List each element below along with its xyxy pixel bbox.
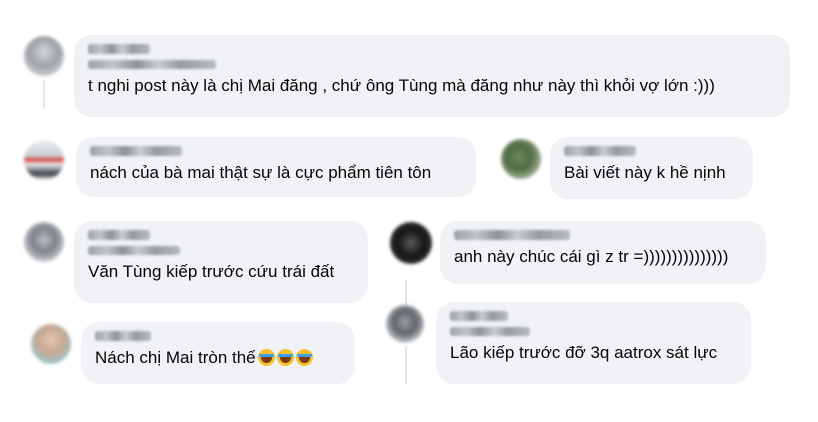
thread-line (405, 280, 407, 306)
comment-bubble: nách của bà mai thật sự là cực phẩm tiên… (76, 137, 476, 197)
commenter-name[interactable] (88, 44, 150, 54)
thread-line (405, 346, 407, 384)
comment-bubble: t nghi post này là chị Mai đăng , chứ ôn… (74, 35, 790, 117)
comment-text: anh này chúc cái gì z tr =))))))))))))))… (454, 247, 729, 266)
avatar[interactable] (24, 140, 64, 180)
comment-text: Lão kiếp trước đỡ 3q aatrox sát lực (450, 343, 718, 362)
avatar[interactable] (390, 222, 432, 264)
comment-text: t nghi post này là chị Mai đăng , chứ ôn… (88, 76, 715, 95)
comment-text: Văn Tùng kiếp trước cứu trái đất (88, 262, 335, 281)
tears-of-joy-icon (257, 349, 275, 366)
comment-text: Bài viết này k hề nịnh (564, 163, 726, 182)
commenter-subname (450, 327, 530, 336)
avatar[interactable] (386, 305, 424, 343)
tears-of-joy-icon (295, 349, 313, 366)
commenter-subname (88, 60, 216, 69)
comment-bubble: Văn Tùng kiếp trước cứu trái đất (74, 221, 368, 303)
avatar[interactable] (501, 139, 541, 179)
commenter-subname (88, 246, 180, 255)
commenter-name[interactable] (450, 311, 508, 321)
avatar[interactable] (24, 36, 64, 76)
avatar[interactable] (24, 222, 64, 262)
comment-bubble: Lão kiếp trước đỡ 3q aatrox sát lực (436, 302, 751, 384)
comment-text: nách của bà mai thật sự là cực phẩm tiên… (90, 163, 432, 182)
commenter-name[interactable] (95, 331, 151, 341)
comment-bubble: Nách chị Mai tròn thế (81, 322, 355, 384)
tears-of-joy-icon (276, 349, 294, 366)
commenter-name[interactable] (564, 146, 636, 156)
thread-line (43, 80, 45, 108)
commenter-name[interactable] (90, 146, 182, 156)
commenter-name[interactable] (454, 230, 570, 240)
comment-text-body: Nách chị Mai tròn thế (95, 348, 256, 367)
comment-bubble: Bài viết này k hề nịnh (550, 137, 753, 199)
comment-bubble: anh này chúc cái gì z tr =))))))))))))))… (440, 221, 766, 284)
commenter-name[interactable] (88, 230, 150, 240)
avatar[interactable] (31, 324, 71, 364)
comment-text: Nách chị Mai tròn thế (95, 347, 341, 369)
